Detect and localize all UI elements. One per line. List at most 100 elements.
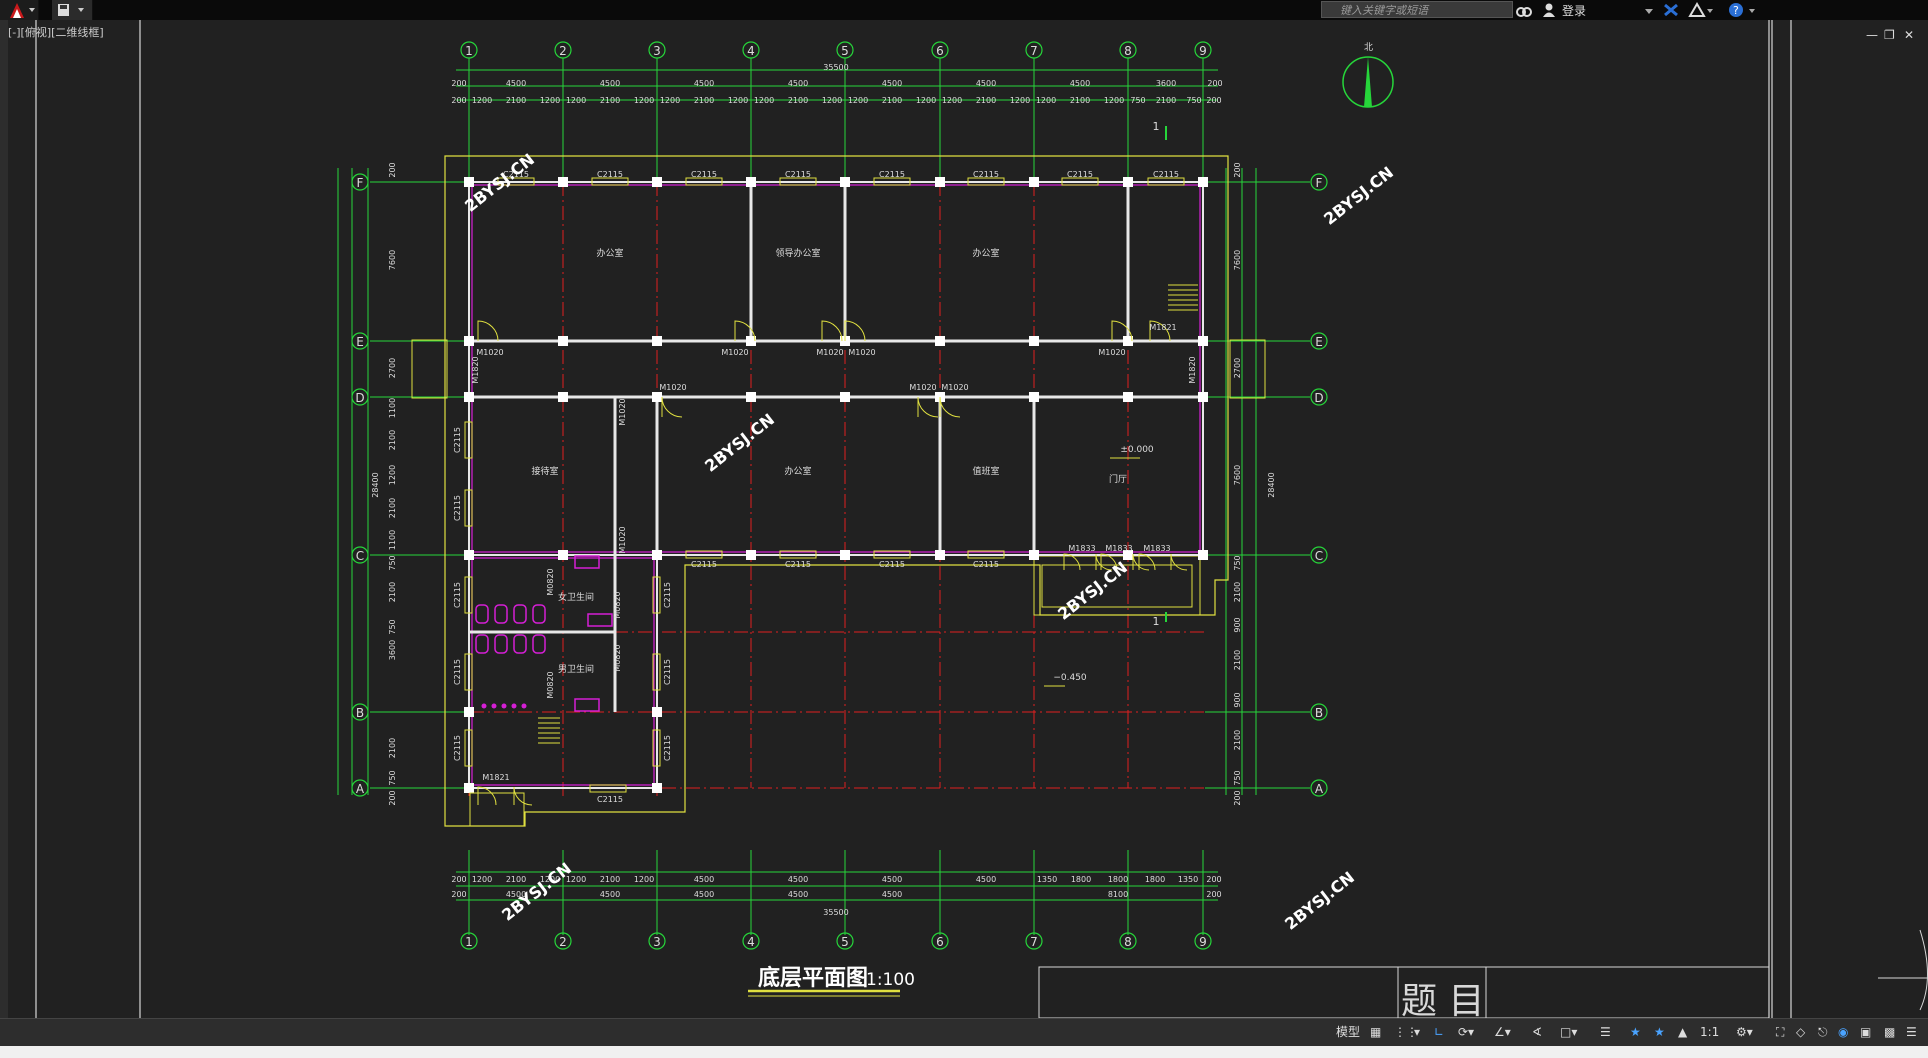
dim-top-inner: 1200 (566, 96, 586, 105)
dim-top-inner: 2100 (1070, 96, 1090, 105)
dim-top-inner: 200 (1206, 96, 1221, 105)
ortho-toggle-button[interactable]: ∟ (1434, 1022, 1444, 1042)
toilet-fixture (532, 604, 546, 624)
structural-column (935, 550, 945, 560)
entrance-step-left (411, 339, 448, 399)
axis-label-left: F (357, 176, 364, 190)
structural-column (840, 177, 850, 187)
room-label: 领导办公室 (775, 247, 820, 259)
axis-label-bottom: 8 (1124, 935, 1132, 949)
dim-bottom-inner: 4500 (882, 875, 902, 884)
window-label-left: C2115 (453, 427, 462, 453)
room-label: 办公室 (784, 465, 811, 477)
grid-toggle-button[interactable]: ▦ (1370, 1022, 1381, 1042)
dim-bottom-inner: 4500 (788, 875, 808, 884)
window-label-left: C2115 (453, 495, 462, 521)
dim-left: 1100 (388, 530, 397, 550)
dim-bottom-inner: 4500 (976, 875, 996, 884)
door-arc-e (821, 320, 843, 342)
door-label-d: M1020 (941, 383, 968, 392)
dim-right: 2700 (1233, 358, 1242, 378)
dim-bottom-inner: 2100 (600, 875, 620, 884)
total-dimension-top: 35500 (823, 63, 848, 72)
structural-column (840, 550, 850, 560)
structural-column (1123, 177, 1133, 187)
urinal-fixture (574, 698, 600, 712)
basin-fixture (491, 703, 497, 709)
axis-label-top: 9 (1199, 44, 1207, 58)
door-label-d: M1020 (659, 383, 686, 392)
polar-toggle-button[interactable]: ⟳▾ (1458, 1022, 1474, 1042)
dim-bottom-outer: 4500 (600, 890, 620, 899)
annotation-scale-button[interactable]: 1:1 (1700, 1022, 1719, 1042)
units-button[interactable]: ◇ (1796, 1022, 1805, 1042)
structural-column (652, 707, 662, 717)
floor-plan: 1 1 2 2 3 3 4 4 5 5 6 6 7 7 8 8 9 9 F F E E D D C C B B A A 35500 35500… (337, 41, 1397, 950)
section-mark-bottom: 1 (1153, 615, 1160, 628)
watermark-text: 2BYSJ.CN (701, 410, 778, 476)
structural-column (558, 336, 568, 346)
dim-right: 750 (1233, 555, 1242, 570)
isodraft-toggle-button[interactable]: ∠▾ (1494, 1022, 1511, 1042)
snap-dropdown[interactable]: ▾ (1414, 1022, 1420, 1042)
dim-bottom-inner: 1800 (1145, 875, 1165, 884)
door-label-d: M1020 (909, 383, 936, 392)
dim-right: 900 (1233, 617, 1242, 632)
door-label-left: M1020 (618, 398, 627, 425)
toilet-fixture (532, 634, 546, 654)
structural-column (935, 177, 945, 187)
model-tab-button[interactable]: 模型 (1336, 1022, 1360, 1042)
clean-screen-button[interactable]: ▩ (1884, 1022, 1895, 1042)
window-label-top: C2115 (597, 170, 623, 179)
dim-left: 750 (388, 619, 397, 634)
dim-left: 2100 (388, 582, 397, 602)
drawing-scale: 1:100 (866, 970, 915, 990)
axis-label-left: E (356, 335, 364, 349)
toilet-fixture (513, 604, 527, 624)
quick-properties-button[interactable]: ⎋ (1818, 1022, 1828, 1042)
dim-bottom-inner: 1800 (1071, 875, 1091, 884)
annotation-monitor-button[interactable]: ⛶ (1776, 1022, 1784, 1042)
door-arc-e (477, 320, 499, 342)
annotation-visibility-button[interactable]: ★ (1630, 1022, 1641, 1042)
toilet-fixture (494, 604, 508, 624)
axis-label-right: F (1316, 176, 1323, 190)
dim-left: 1200 (388, 465, 397, 485)
door-label-e: M1020 (1098, 348, 1125, 357)
window-label-wing-right: C2115 (663, 582, 672, 608)
door-label-wc: M0820 (613, 644, 622, 671)
object-snap-dropdown[interactable]: □▾ (1560, 1022, 1577, 1042)
isolate-objects-button[interactable]: ◉ (1838, 1022, 1848, 1042)
axis-label-left: D (355, 391, 364, 405)
axis-label-right: D (1314, 391, 1323, 405)
dim-top-inner: 1200 (1010, 96, 1030, 105)
room-label: 接待室 (531, 465, 558, 477)
lineweight-toggle-button[interactable]: ☰ (1600, 1022, 1611, 1042)
structural-column (1198, 550, 1208, 560)
structural-column (1029, 177, 1039, 187)
door-label-front: M1833 (1143, 544, 1170, 553)
hardware-acceleration-button[interactable]: ▣ (1860, 1022, 1871, 1042)
osnap-toggle-button[interactable]: ∢ (1532, 1022, 1542, 1042)
dim-top-outer: 4500 (976, 79, 996, 88)
drawing-canvas[interactable]: 题 目 北 1 1 2 2 3 3 4 4 5 5 6 6 7 7 8 8 9 9 F F E E D D C C B B A A 3550… (0, 0, 1928, 1018)
dim-top-inner: 1200 (822, 96, 842, 105)
structural-column (464, 336, 474, 346)
dim-top-inner: 2100 (788, 96, 808, 105)
watermark-text: 2BYSJ.CN (1054, 558, 1131, 624)
structural-column (1123, 392, 1133, 402)
structural-column (652, 336, 662, 346)
annotation-autoscale-button[interactable]: ★ (1654, 1022, 1665, 1042)
structural-column (464, 177, 474, 187)
annotation-scale-icon[interactable]: ▲ (1678, 1022, 1687, 1042)
workspace-switch-button[interactable]: ⚙▾ (1736, 1022, 1753, 1042)
north-arrow: 北 (1342, 42, 1394, 108)
door-label-wc: M0820 (546, 671, 555, 698)
room-label: 办公室 (972, 247, 999, 259)
dim-bottom-inner: 1800 (1108, 875, 1128, 884)
customization-button[interactable]: ☰ (1906, 1022, 1917, 1042)
dim-left: 750 (388, 770, 397, 785)
room-label: 女卫生间 (558, 591, 594, 603)
axis-label-top: 3 (653, 44, 661, 58)
dim-top-inner: 1200 (848, 96, 868, 105)
